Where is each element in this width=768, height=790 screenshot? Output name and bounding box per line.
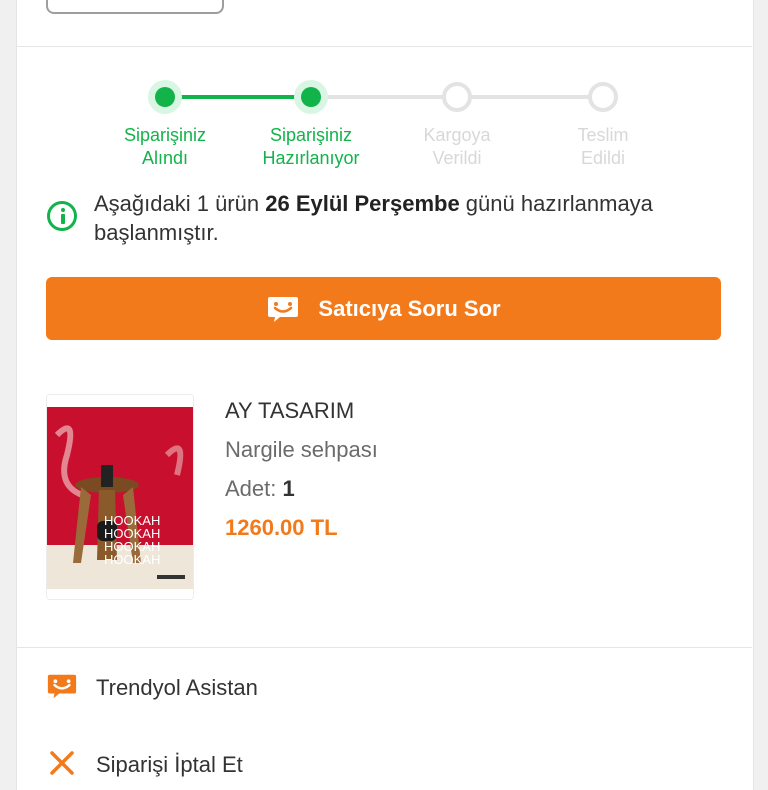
step-dot-delivered — [588, 82, 618, 112]
assistant-chat-icon — [46, 672, 78, 705]
step-label-shipped: Kargoya Verildi — [423, 125, 491, 168]
trendyol-assistant-label: Trendyol Asistan — [96, 675, 258, 700]
product-price: 1260.00 TL — [225, 515, 338, 540]
ask-seller-button[interactable]: Satıcıya Soru Sor — [46, 277, 721, 340]
step-connector-todo — [457, 95, 603, 99]
divider — [16, 46, 752, 47]
info-icon — [47, 201, 77, 231]
step-label-delivered: Teslim Edildi — [577, 125, 629, 168]
chat-icon — [266, 295, 300, 323]
image-text: HOOKAH — [104, 552, 160, 567]
top-partial-button[interactable] — [46, 0, 224, 14]
step-connector-todo — [311, 95, 457, 99]
divider — [16, 647, 752, 648]
trendyol-assistant-row[interactable]: Trendyol Asistan — [46, 668, 258, 708]
step-dot-shipped — [442, 82, 472, 112]
step-dot-received — [148, 80, 182, 114]
step-connector-done — [165, 95, 311, 99]
preparation-info-text: Aşağıdaki 1 ürün 26 Eylül Perşembe günü … — [94, 191, 653, 245]
product-name[interactable]: Nargile sehpası — [225, 437, 378, 463]
step-label-preparing: Siparişiniz Hazırlanıyor — [262, 125, 360, 168]
cancel-order-row[interactable]: Siparişi İptal Et — [46, 745, 243, 785]
step-dot-preparing — [294, 80, 328, 114]
cancel-order-label: Siparişi İptal Et — [96, 752, 243, 777]
product-brand[interactable]: AY TASARIM — [225, 398, 354, 424]
product-image[interactable]: HOOKAH HOOKAH HOOKAH HOOKAH — [46, 394, 194, 600]
product-quantity: Adet: 1 — [225, 476, 295, 501]
cancel-x-icon — [46, 749, 78, 782]
ask-seller-label: Satıcıya Soru Sor — [318, 295, 501, 321]
step-label-received: Siparişiniz Alındı — [123, 125, 207, 168]
